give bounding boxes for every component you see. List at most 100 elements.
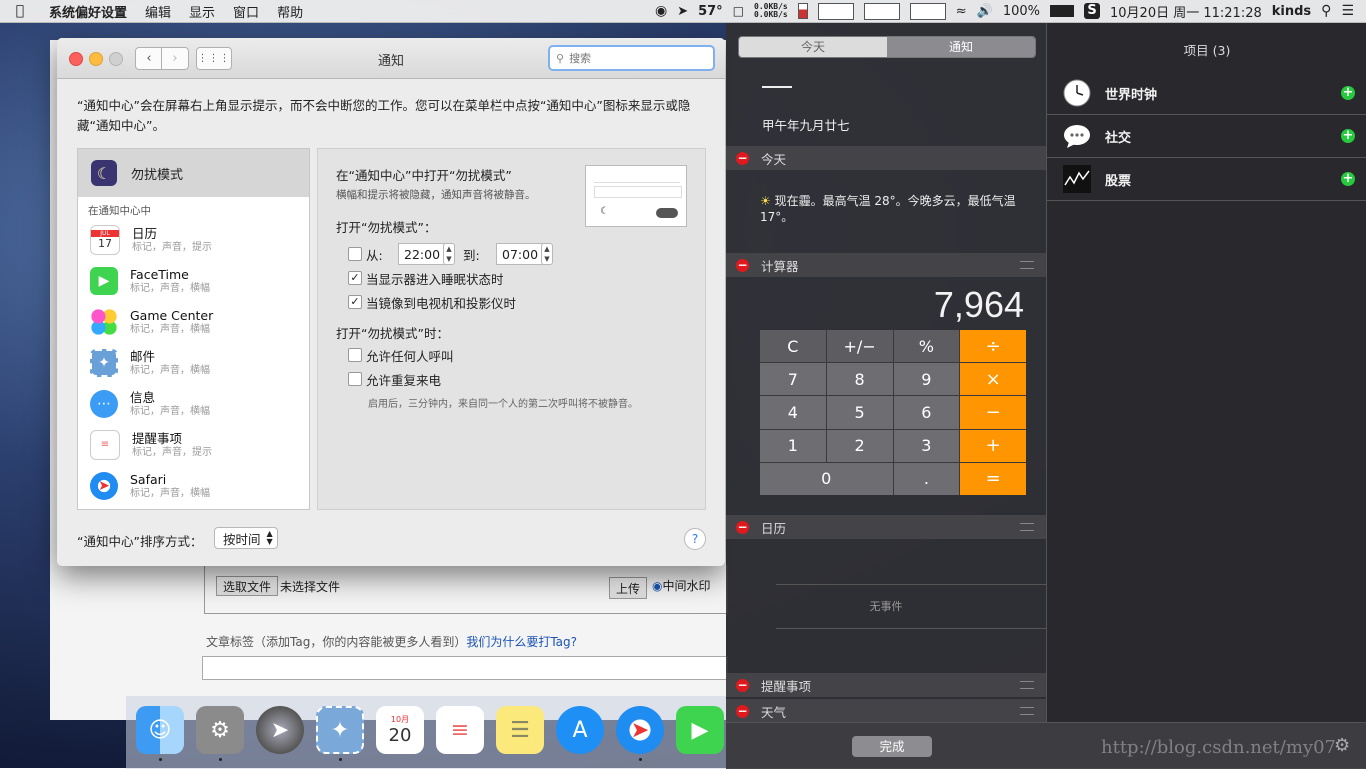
system-preferences-icon[interactable]: ⚙: [196, 706, 244, 754]
calc-key-decimal[interactable]: .: [893, 462, 960, 495]
cpu-graph-icon[interactable]: [817, 2, 854, 20]
calc-key-9[interactable]: 9: [893, 363, 960, 396]
menu-view[interactable]: 显示: [180, 2, 224, 21]
tags-why-link[interactable]: 我们为什么要打Tag?: [466, 635, 577, 649]
app-name-reminders: 提醒事项: [132, 430, 183, 446]
circle-status-icon[interactable]: ◉: [655, 3, 667, 19]
sidebar-item-mail[interactable]: ✦ 邮件 标记，声音，横幅: [78, 342, 309, 383]
from-time-field[interactable]: 22:00: [398, 243, 445, 265]
calc-key-clear[interactable]: C: [760, 330, 826, 363]
watermark-radio[interactable]: ◉中间水印: [652, 577, 711, 594]
calc-key-8[interactable]: 8: [826, 363, 893, 396]
item-row-stocks[interactable]: 股票 +: [1047, 158, 1366, 201]
battery-percent[interactable]: 100%: [1003, 4, 1040, 19]
notification-center-icon[interactable]: ☰: [1341, 3, 1354, 19]
network-graph-icon[interactable]: [863, 2, 900, 20]
calc-key-6[interactable]: 6: [893, 396, 960, 429]
tab-notifications[interactable]: 通知: [887, 37, 1035, 57]
battery-icon[interactable]: [1050, 5, 1075, 17]
calc-key-multiply[interactable]: ×: [960, 363, 1026, 396]
add-stocks-button[interactable]: +: [1341, 172, 1355, 186]
calc-key-sign[interactable]: +/−: [826, 330, 893, 363]
sort-select[interactable]: 按时间 ▲ ▼: [214, 527, 278, 549]
app-list[interactable]: ☾ 勿扰模式 在通知中心中 JUL 17 日历 标记，声音，提示 ▶ FaceTim…: [77, 148, 310, 510]
weather-drag-handle[interactable]: [1020, 707, 1034, 715]
launchpad-rocket-icon[interactable]: ➤: [256, 706, 304, 754]
reminders-dock-icon[interactable]: ≡: [436, 706, 484, 754]
tags-input[interactable]: [202, 656, 728, 680]
help-button[interactable]: ?: [684, 528, 706, 550]
sidebar-item-game-center[interactable]: Game Center 标记，声音，横幅: [78, 301, 309, 342]
remove-today-widget-button[interactable]: −: [736, 151, 749, 165]
add-world-clock-button[interactable]: +: [1341, 86, 1355, 100]
location-arrow-icon[interactable]: ➤: [677, 4, 688, 19]
user-name[interactable]: kinds: [1272, 4, 1311, 19]
calc-key-1[interactable]: 1: [760, 429, 826, 462]
calc-key-2[interactable]: 2: [826, 429, 893, 462]
sidebar-item-facetime[interactable]: ▶ FaceTime 标记，声音，横幅: [78, 260, 309, 301]
sidebar-item-do-not-disturb[interactable]: ☾ 勿扰模式: [78, 149, 309, 197]
remove-reminders-widget-button[interactable]: −: [736, 678, 749, 692]
calc-key-equals[interactable]: =: [960, 462, 1026, 495]
calc-key-percent[interactable]: %: [893, 330, 960, 363]
tab-today[interactable]: 今天: [739, 37, 887, 57]
calc-key-5[interactable]: 5: [826, 396, 893, 429]
choose-file-button[interactable]: 选取文件: [216, 576, 279, 596]
notes-icon[interactable]: ☰: [496, 706, 544, 754]
sleep-checkbox[interactable]: ✓: [348, 271, 362, 285]
menu-help[interactable]: 帮助: [268, 2, 312, 21]
remove-calendar-widget-button[interactable]: −: [736, 520, 749, 534]
disk-graph-icon[interactable]: [909, 2, 946, 20]
settings-gear-icon[interactable]: ⚙: [1334, 735, 1350, 756]
remove-calculator-widget-button[interactable]: −: [736, 258, 749, 272]
app-store-icon[interactable]: A: [556, 706, 604, 754]
mirror-checkbox[interactable]: ✓: [348, 295, 362, 309]
calc-key-4[interactable]: 4: [760, 396, 826, 429]
item-row-social[interactable]: 社交 +: [1047, 115, 1366, 158]
sidebar-item-safari[interactable]: ➤ Safari 标记，声音，横幅: [78, 465, 309, 506]
memory-indicator-icon[interactable]: [797, 3, 808, 19]
remove-weather-widget-button[interactable]: −: [736, 704, 749, 718]
calendar-drag-handle[interactable]: [1020, 523, 1034, 531]
spotlight-search-icon[interactable]: ⚲: [1321, 3, 1331, 19]
calc-key-divide[interactable]: ÷: [960, 330, 1026, 363]
upload-button[interactable]: 上传: [609, 577, 648, 599]
search-field[interactable]: ⚲: [548, 45, 715, 71]
wifi-icon[interactable]: ≈: [956, 4, 967, 19]
to-time-field[interactable]: 07:00: [496, 243, 543, 265]
search-input[interactable]: [567, 50, 702, 66]
safari-dock-icon[interactable]: ➤: [616, 706, 664, 754]
allow-anyone-checkbox[interactable]: [348, 348, 362, 362]
mail-icon[interactable]: ✦: [316, 706, 364, 754]
menu-edit[interactable]: 编辑: [136, 2, 180, 21]
calc-key-3[interactable]: 3: [893, 429, 960, 462]
from-time-stepper[interactable]: ▲ ▼: [443, 243, 455, 265]
volume-icon[interactable]: 🔊: [977, 4, 993, 19]
calc-key-plus[interactable]: +: [960, 429, 1026, 462]
temperature-readout[interactable]: 57°: [698, 4, 723, 19]
sidebar-item-messages[interactable]: ⋯ 信息 标记，声音，横幅: [78, 383, 309, 424]
calculator-drag-handle[interactable]: [1020, 261, 1034, 269]
from-checkbox[interactable]: [348, 247, 362, 261]
sidebar-item-reminders[interactable]: ≡ 提醒事项 标记，声音，提示: [78, 424, 309, 465]
done-button[interactable]: 完成: [852, 736, 932, 757]
s-app-icon[interactable]: S: [1084, 3, 1101, 19]
item-row-world-clock[interactable]: 世界时钟 +: [1047, 72, 1366, 115]
facetime-dock-icon[interactable]: ▶: [676, 706, 724, 754]
clock-datetime[interactable]: 10月20日 周一 11:21:28: [1110, 2, 1262, 21]
add-social-button[interactable]: +: [1341, 129, 1355, 143]
to-time-stepper[interactable]: ▲ ▼: [541, 243, 553, 265]
calc-key-minus[interactable]: −: [960, 396, 1026, 429]
finder-icon[interactable]: ☺: [136, 706, 184, 754]
network-speed[interactable]: 0.0KB/s 0.0KB/s: [754, 3, 788, 19]
menu-app-name[interactable]: 系统偏好设置: [40, 2, 136, 21]
calc-key-0[interactable]: 0: [760, 462, 893, 495]
sidebar-item-calendar[interactable]: JUL 17 日历 标记，声音，提示: [78, 219, 309, 260]
menu-window[interactable]: 窗口: [224, 2, 268, 21]
calc-key-7[interactable]: 7: [760, 363, 826, 396]
apple-menu-icon[interactable]: : [0, 3, 40, 19]
calendar-dock-icon[interactable]: 10月 20: [376, 706, 424, 754]
reminders-drag-handle[interactable]: [1020, 681, 1034, 689]
allow-repeat-checkbox[interactable]: [348, 372, 362, 386]
lock-icon[interactable]: □: [733, 4, 744, 18]
